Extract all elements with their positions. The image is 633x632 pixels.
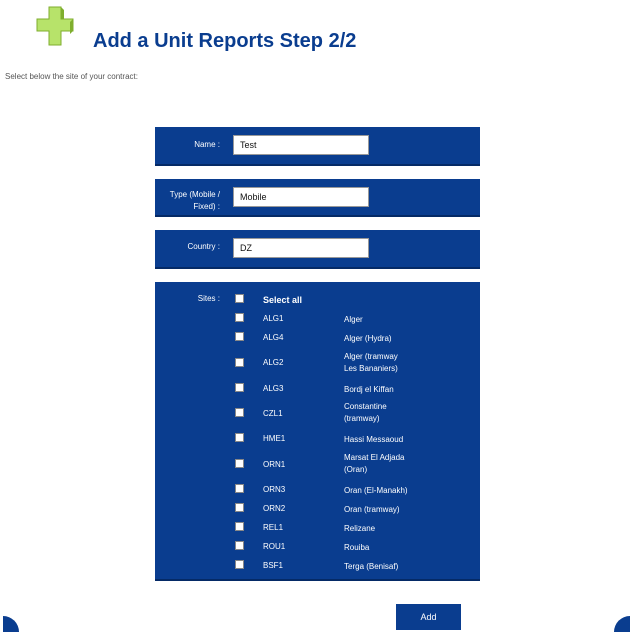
site-code: ORN2 bbox=[263, 504, 286, 513]
site-checkbox[interactable] bbox=[235, 358, 244, 367]
page-title: Add a Unit Reports Step 2/2 bbox=[93, 30, 357, 52]
site-name: Rouiba bbox=[344, 543, 370, 552]
country-label: Country : bbox=[187, 242, 220, 251]
site-checkbox[interactable] bbox=[235, 408, 244, 417]
type-label-line-2: Fixed) : bbox=[193, 202, 220, 211]
select-all-checkbox[interactable] bbox=[235, 294, 244, 303]
site-checkbox[interactable] bbox=[235, 541, 244, 550]
site-code: ROU1 bbox=[263, 542, 286, 551]
site-checkbox[interactable] bbox=[235, 503, 244, 512]
site-checkbox[interactable] bbox=[235, 560, 244, 569]
site-code: ALG1 bbox=[263, 314, 284, 323]
site-name: Relizane bbox=[344, 524, 376, 533]
site-name: Alger (Hydra) bbox=[344, 334, 392, 343]
sites-label: Sites : bbox=[197, 294, 220, 303]
sites-panel: Sites : Select all ALG1 Alger ALG4 Alger… bbox=[155, 282, 480, 581]
corner-decoration-left bbox=[3, 616, 19, 632]
site-name: Oran (El-Manakh) bbox=[344, 486, 408, 495]
type-field[interactable] bbox=[233, 187, 369, 207]
country-field[interactable] bbox=[233, 238, 369, 258]
site-checkbox[interactable] bbox=[235, 433, 244, 442]
site-name: Marsat El Adjada (Oran) bbox=[344, 453, 405, 474]
site-code: CZL1 bbox=[263, 409, 283, 418]
site-name: Alger (tramway Les Bananiers) bbox=[344, 352, 398, 373]
site-code: HME1 bbox=[263, 434, 286, 443]
add-button[interactable]: Add bbox=[396, 604, 461, 630]
site-code: ALG2 bbox=[263, 358, 284, 367]
site-checkbox[interactable] bbox=[235, 484, 244, 493]
country-panel: Country : bbox=[155, 230, 480, 269]
site-checkbox[interactable] bbox=[235, 459, 244, 468]
type-panel: Type (Mobile / Fixed) : bbox=[155, 179, 480, 217]
page-subtitle: Select below the site of your contract: bbox=[5, 72, 138, 81]
site-code: ALG3 bbox=[263, 384, 284, 393]
site-checkbox[interactable] bbox=[235, 522, 244, 531]
name-field[interactable] bbox=[233, 135, 369, 155]
site-code: ORN3 bbox=[263, 485, 286, 494]
site-code: ALG4 bbox=[263, 333, 284, 342]
site-code: REL1 bbox=[263, 523, 284, 532]
site-checkbox[interactable] bbox=[235, 383, 244, 392]
type-label-line-1: Type (Mobile / bbox=[169, 190, 220, 199]
site-checkbox[interactable] bbox=[235, 332, 244, 341]
site-name: Oran (tramway) bbox=[344, 505, 400, 514]
site-name: Constantine (tramway) bbox=[344, 402, 387, 423]
select-all-label: Select all bbox=[263, 295, 303, 305]
name-panel: Name : bbox=[155, 127, 480, 166]
type-label: Type (Mobile / Fixed) : bbox=[155, 189, 220, 213]
plus-icon bbox=[36, 6, 74, 46]
site-name: Terga (Benisaf) bbox=[344, 562, 399, 571]
name-label: Name : bbox=[194, 140, 220, 149]
corner-decoration-right bbox=[614, 616, 630, 632]
site-checkbox[interactable] bbox=[235, 313, 244, 322]
site-code: BSF1 bbox=[263, 561, 284, 570]
site-name: Bordj el Kiffan bbox=[344, 385, 394, 394]
site-name: Hassi Messaoud bbox=[344, 435, 404, 444]
site-code: ORN1 bbox=[263, 460, 286, 469]
site-name: Alger bbox=[344, 315, 363, 324]
